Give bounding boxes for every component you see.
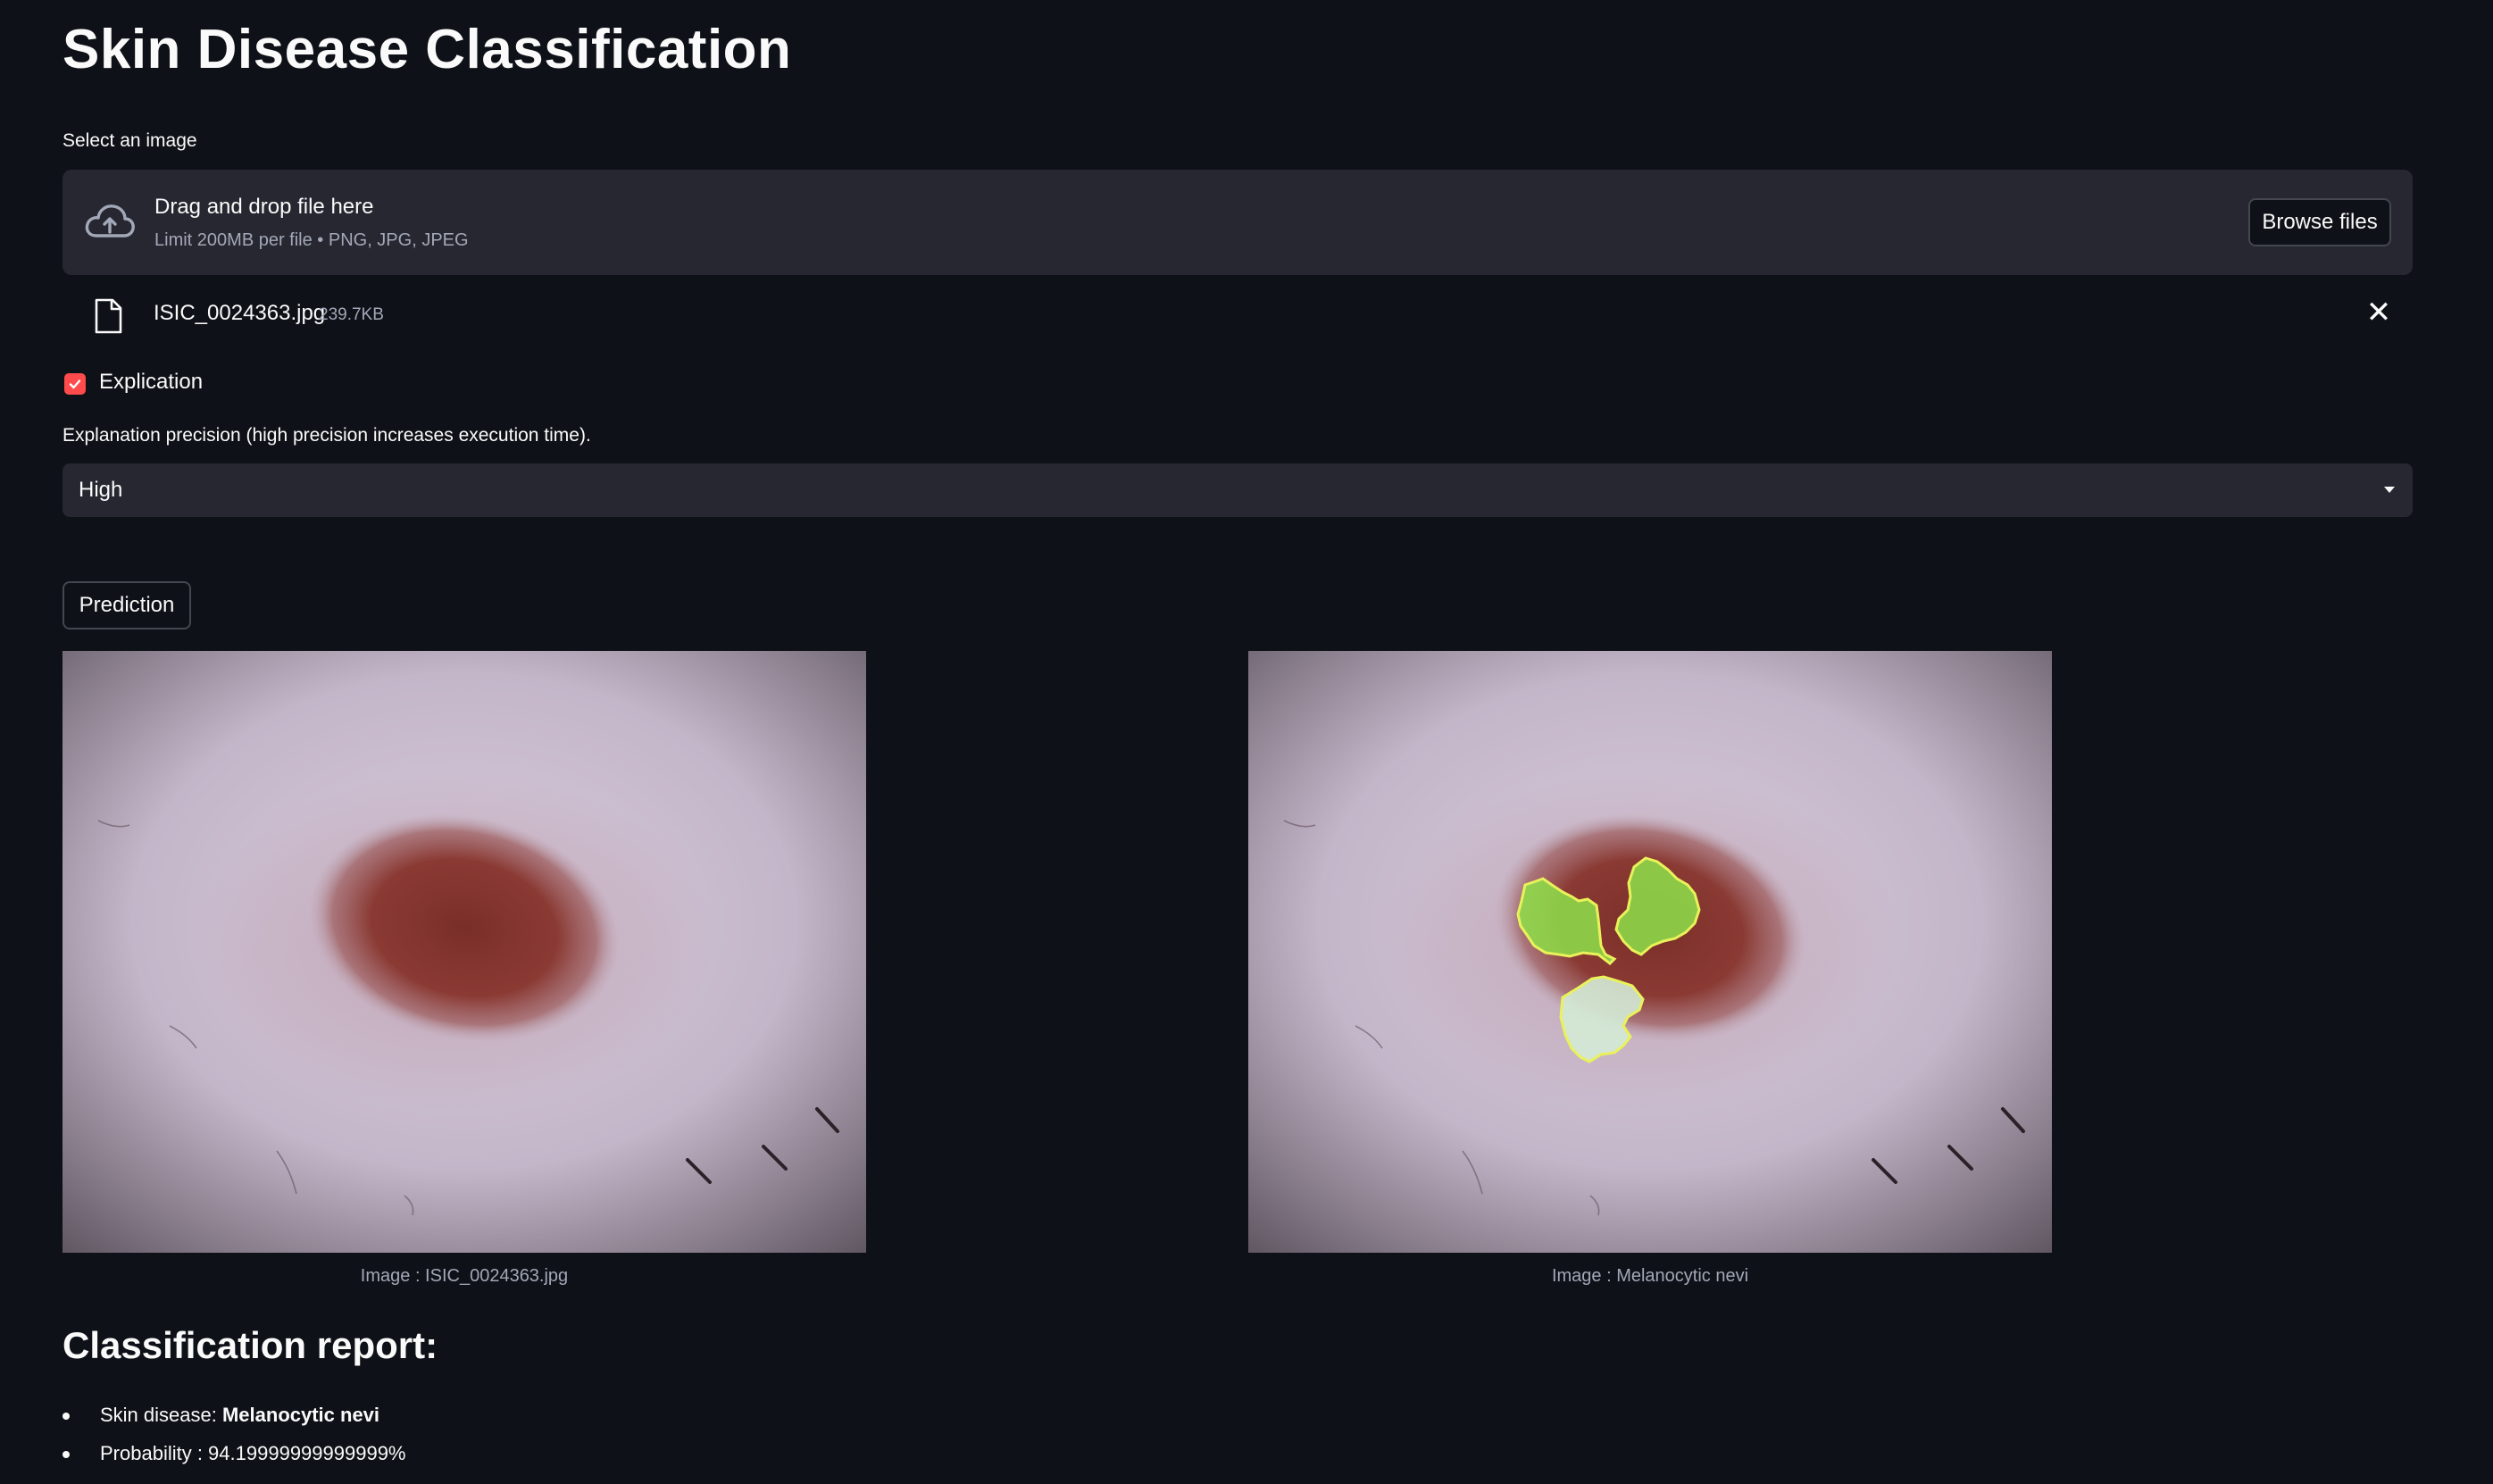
explained-skin-image <box>1248 651 2052 1253</box>
disease-prefix: Skin disease: <box>100 1404 222 1426</box>
original-skin-image <box>63 651 866 1253</box>
file-dropzone[interactable]: Drag and drop file here Limit 200MB per … <box>63 170 2413 275</box>
explained-image-caption: Image : Melanocytic nevi <box>1551 1266 1749 1286</box>
check-icon <box>69 379 81 389</box>
page-title: Skin Disease Classification <box>63 19 792 80</box>
report-title: Classification report: <box>63 1324 438 1366</box>
uploader-label: Select an image <box>63 130 197 151</box>
file-icon <box>95 298 122 334</box>
browse-files-button[interactable]: Browse files <box>2248 198 2391 246</box>
cloud-upload-icon <box>85 204 135 238</box>
probability-text: Probability : 94.19999999999999% <box>100 1442 406 1464</box>
precision-selected-value: High <box>79 478 123 502</box>
precision-label: Explanation precision (high precision in… <box>63 425 591 446</box>
uploaded-file-name: ISIC_0024363.jpg <box>154 301 326 325</box>
close-icon[interactable]: ✕ <box>2364 296 2393 329</box>
prediction-button[interactable]: Prediction <box>63 581 191 629</box>
explication-label[interactable]: Explication <box>99 370 203 395</box>
dropzone-hint: Limit 200MB per file • PNG, JPG, JPEG <box>154 230 469 250</box>
uploaded-file-size: 239.7KB <box>319 305 384 324</box>
dropzone-title: Drag and drop file here <box>154 195 374 219</box>
original-image-caption: Image : ISIC_0024363.jpg <box>360 1266 569 1286</box>
explication-checkbox[interactable] <box>64 373 86 395</box>
precision-select[interactable]: High <box>63 463 2413 517</box>
chevron-down-icon <box>2384 487 2395 493</box>
disease-value: Melanocytic nevi <box>221 1404 380 1426</box>
